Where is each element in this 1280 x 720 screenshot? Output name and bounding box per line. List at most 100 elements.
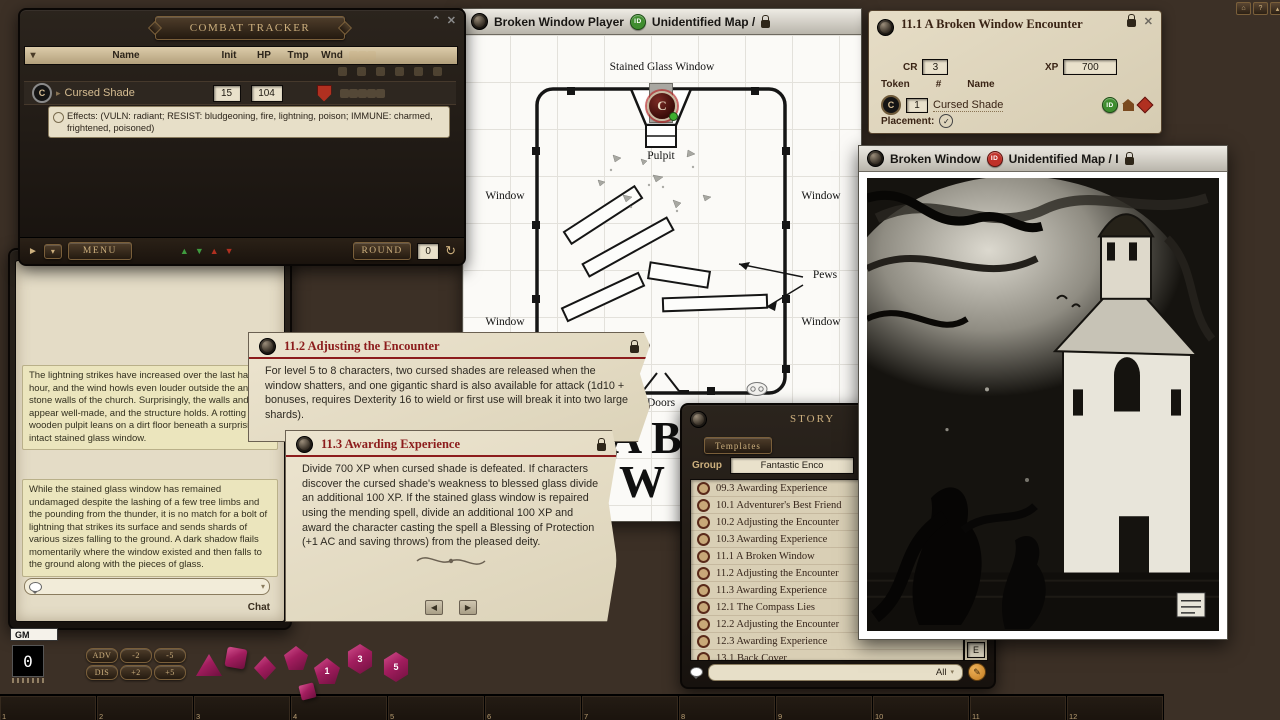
list-item[interactable]: 13.1 Back Cover [691,650,963,661]
die-icon[interactable] [1137,97,1154,114]
next-page-button[interactable]: ▶ [459,600,477,615]
radial-menu-icon[interactable] [296,436,313,453]
lock-icon[interactable] [597,443,606,451]
hotbar-slot[interactable]: 3 [194,696,291,720]
flourish-divider-icon [286,554,616,568]
count-field[interactable]: 1 [906,98,928,113]
hotbar-slot[interactable]: 8 [679,696,776,720]
lock-icon[interactable] [761,20,770,28]
story-icon [697,550,710,563]
d10-die[interactable] [284,646,308,670]
defense-shield-icon[interactable] [317,85,332,102]
radial-menu-icon[interactable] [877,19,894,36]
d8-die[interactable] [254,656,276,680]
tracker-toolbar: ► ▾ MENU ▲ ▼ ▲ ▼ ROUND 0 ↻ [20,237,464,264]
next-round-icon[interactable]: ↻ [445,243,456,259]
lock-icon[interactable] [1125,157,1134,165]
chat-log[interactable]: The lightning strikes have increased ove… [15,260,285,622]
menu-chevron-icon[interactable]: ▾ [44,244,62,259]
story-icon [697,482,710,495]
modifier-minus2[interactable]: -2 [120,648,152,663]
lock-icon[interactable] [1127,19,1136,27]
close-icon[interactable]: ✕ [1144,17,1153,28]
help-icon[interactable]: ? [1253,2,1268,15]
hotbar-slot[interactable]: 11 [970,696,1067,720]
group-dropdown[interactable]: Fantastic Enco [730,457,854,474]
scroll-end-button[interactable]: E [967,642,985,658]
modifier-counter[interactable]: 0 [12,645,44,677]
story-header: 11.2 Adjusting the Encounter [249,333,649,359]
radial-menu-icon[interactable] [471,13,488,30]
unidentified-badge-icon[interactable]: ID [987,151,1003,167]
chat-input[interactable]: ▾ [24,578,270,595]
cr-field[interactable]: 3 [922,59,948,75]
combatant-row[interactable]: C ▸ Cursed Shade 15 104 [24,81,456,105]
identified-badge-icon[interactable]: ID [1102,97,1118,113]
prev-actor-up-icon[interactable]: ▲ [210,247,219,256]
hotbar-slot[interactable]: 6 [485,696,582,720]
tab-templates[interactable]: Templates [704,437,772,454]
hotbar-slot[interactable]: 1 [0,696,97,720]
collapse-icon[interactable]: ⌃ [432,16,441,27]
hotbar-slot[interactable]: 9 [776,696,873,720]
chevron-down-icon[interactable]: ▾ [25,50,41,61]
map-window-title: Broken Window Player [494,15,624,29]
status-icon [349,89,358,98]
npc-table-header: Token # Name [881,79,995,90]
expand-chevron-icon[interactable]: ▸ [56,88,61,99]
filter-bar[interactable]: All ▾ [708,664,963,681]
story-icon [697,567,710,580]
round-counter[interactable]: 0 [417,243,439,260]
prev-actor-down-icon[interactable]: ▼ [225,247,234,256]
modifier-dis[interactable]: DIS [86,665,118,680]
combatant-token[interactable]: C [32,83,52,103]
identified-badge-icon[interactable]: ID [630,14,646,30]
hp-field[interactable]: 104 [251,85,283,102]
radial-menu-icon[interactable] [690,411,707,428]
speech-bubble-icon[interactable] [690,667,703,677]
hotbar-slot[interactable]: 12 [1067,696,1164,720]
story-title: 11.3 Awarding Experience [321,437,589,452]
lock-icon[interactable] [630,345,639,353]
map-titlebar[interactable]: Broken Window Player ID Unidentified Map… [463,9,861,35]
placement-check-icon[interactable]: ✓ [939,114,953,128]
prev-page-button[interactable]: ◀ [425,600,443,615]
hotbar-slot[interactable]: 10 [873,696,970,720]
d20-die[interactable]: 3 [346,644,374,674]
d6-die[interactable] [224,646,247,669]
hotbar-slot[interactable]: 7 [582,696,679,720]
target-pointer-icon[interactable]: ► [28,246,38,257]
npc-token[interactable]: C [881,95,901,115]
modifier-plus5[interactable]: +5 [154,665,186,680]
speech-bubble-icon [29,582,42,592]
image-titlebar[interactable]: Broken Window ID Unidentified Map / I [859,146,1227,172]
hotbar-slot[interactable]: 2 [97,696,194,720]
hotbar-slot[interactable]: 5 [388,696,485,720]
radial-menu-icon[interactable] [259,338,276,355]
d4-die[interactable] [196,654,222,676]
close-icon[interactable]: ✕ [447,16,456,27]
next-actor-down-icon[interactable]: ▼ [195,247,204,256]
cursed-shade-token[interactable]: C [647,91,677,121]
modifier-minus5[interactable]: -5 [154,648,186,663]
story-list-title: STORY [790,413,835,425]
edit-pencil-button[interactable]: ✎ [968,663,986,681]
init-field[interactable]: 15 [213,85,241,102]
npc-row[interactable]: C 1 Cursed Shade ID [881,95,1151,115]
illustration-canvas[interactable] [867,178,1219,631]
xp-field[interactable]: 700 [1063,59,1117,75]
d12-die[interactable]: 1 [314,658,340,684]
chat-scroll-icon[interactable]: ▾ [261,582,265,591]
npc-name[interactable]: Cursed Shade [933,99,1003,112]
d20-die[interactable]: 5 [382,652,410,682]
next-actor-up-icon[interactable]: ▲ [180,247,189,256]
modifier-adv[interactable]: ADV [86,648,118,663]
modifier-plus2[interactable]: +2 [120,665,152,680]
menu-button[interactable]: MENU [68,242,132,260]
home-icon[interactable]: ⌂ [1236,2,1251,15]
radial-menu-icon[interactable] [867,150,884,167]
house-icon[interactable] [1123,104,1134,111]
story-nav: ◀ ▶ [286,600,616,615]
combatant-name[interactable]: Cursed Shade [65,87,213,99]
collapse-icon[interactable]: ▴ [1270,2,1280,15]
